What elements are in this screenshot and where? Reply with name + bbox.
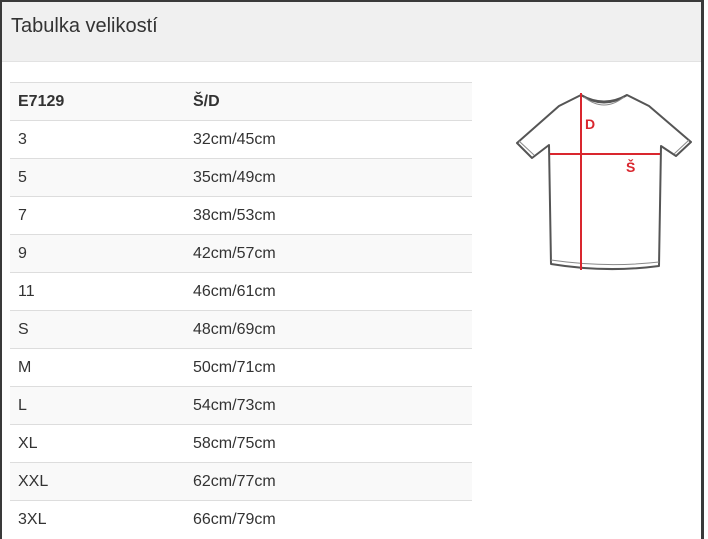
dimension-cell: 62cm/77cm <box>193 462 472 501</box>
table-row: 11 46cm/61cm <box>10 272 472 311</box>
table-row: 7 38cm/53cm <box>10 196 472 235</box>
table-row: 5 35cm/49cm <box>10 158 472 197</box>
size-cell: S <box>10 310 193 349</box>
tshirt-icon: D Š <box>516 93 692 271</box>
size-table-container: E7129 Š/D 3 32cm/45cm 5 35cm/49cm 7 38cm… <box>10 82 472 539</box>
size-cell: 5 <box>10 158 193 197</box>
size-cell: 11 <box>10 272 193 311</box>
size-cell: 9 <box>10 234 193 273</box>
table-row: S 48cm/69cm <box>10 310 472 349</box>
size-cell: 3 <box>10 120 193 159</box>
size-cell: 7 <box>10 196 193 235</box>
size-cell: XL <box>10 424 193 463</box>
size-chart-panel: Tabulka velikostí E7129 Š/D 3 32cm/45cm … <box>0 0 704 539</box>
width-label: Š <box>626 158 635 175</box>
length-label: D <box>585 116 595 132</box>
dimension-cell: 46cm/61cm <box>193 272 472 311</box>
dimension-cell: 42cm/57cm <box>193 234 472 273</box>
table-header-row: E7129 Š/D <box>10 82 472 121</box>
dimension-cell: 66cm/79cm <box>193 500 472 539</box>
dimension-cell: 58cm/75cm <box>193 424 472 463</box>
column-header-dimensions: Š/D <box>193 82 472 121</box>
size-cell: XXL <box>10 462 193 501</box>
dimension-cell: 38cm/53cm <box>193 196 472 235</box>
dimension-cell: 32cm/45cm <box>193 120 472 159</box>
table-row: M 50cm/71cm <box>10 348 472 387</box>
size-cell: 3XL <box>10 500 193 539</box>
column-header-model: E7129 <box>10 82 193 121</box>
size-table: E7129 Š/D 3 32cm/45cm 5 35cm/49cm 7 38cm… <box>10 82 472 539</box>
table-row: XXL 62cm/77cm <box>10 462 472 501</box>
dimension-cell: 54cm/73cm <box>193 386 472 425</box>
size-cell: M <box>10 348 193 387</box>
table-row: L 54cm/73cm <box>10 386 472 425</box>
table-row: 9 42cm/57cm <box>10 234 472 273</box>
dimension-cell: 35cm/49cm <box>193 158 472 197</box>
table-row: 3 32cm/45cm <box>10 120 472 159</box>
panel-header: Tabulka velikostí <box>2 2 701 62</box>
table-row: XL 58cm/75cm <box>10 424 472 463</box>
size-cell: L <box>10 386 193 425</box>
dimension-cell: 50cm/71cm <box>193 348 472 387</box>
tshirt-outline <box>516 94 692 271</box>
table-row: 3XL 66cm/79cm <box>10 500 472 539</box>
panel-title: Tabulka velikostí <box>11 15 158 37</box>
dimension-cell: 48cm/69cm <box>193 310 472 349</box>
